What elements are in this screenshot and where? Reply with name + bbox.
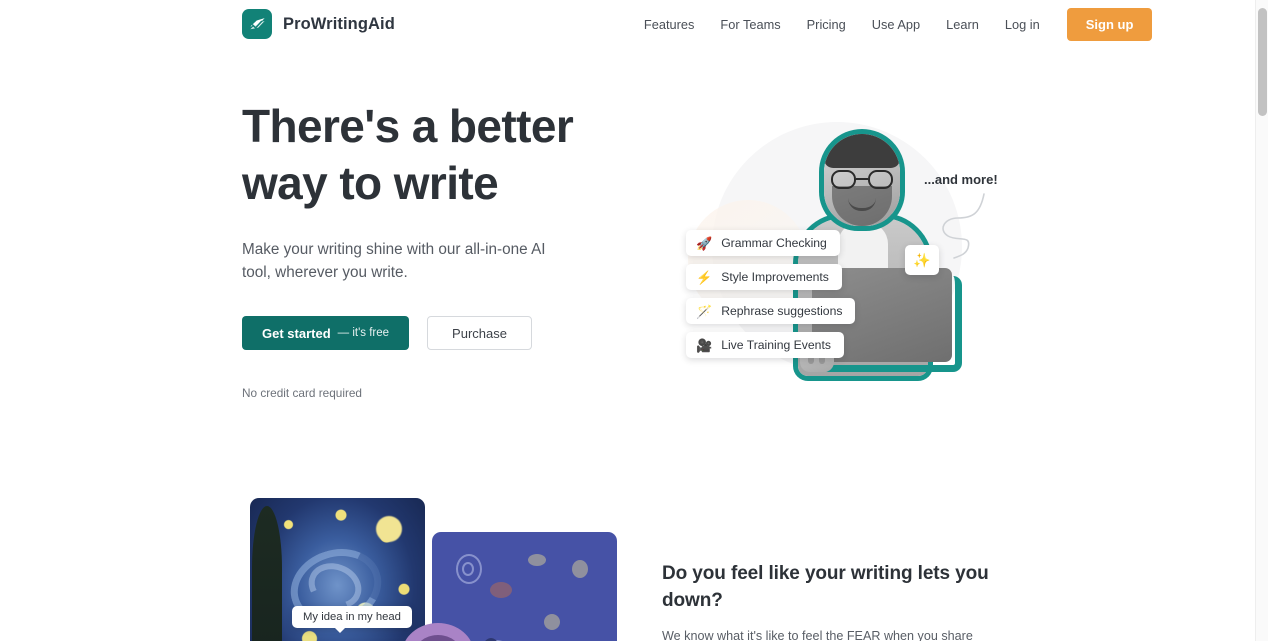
no-credit-card-note: No credit card required	[242, 386, 362, 400]
nav-link-use-app[interactable]: Use App	[859, 11, 933, 38]
comparison-illustration: My idea in my head	[250, 498, 630, 641]
doodle-star	[528, 554, 546, 566]
main-navigation: Features For Teams Pricing Use App Learn…	[631, 7, 1153, 41]
lower-section-title: Do you feel like your writing lets you d…	[662, 563, 989, 611]
site-header: ProWritingAid Features For Teams Pricing…	[0, 0, 1255, 48]
glasses-icon	[831, 170, 893, 189]
feature-chip-live-training-events[interactable]: 🎥 Live Training Events	[686, 332, 844, 358]
nav-link-features[interactable]: Features	[631, 11, 708, 38]
hero-illustration: ...and more! ✨ 🚀 Grammar Checking ⚡ Styl…	[660, 100, 1010, 400]
glasses-lens-right	[868, 170, 893, 189]
flat-painting-image	[432, 532, 617, 641]
hero-copy: There's a better way to write Make your …	[242, 98, 642, 400]
person-hair	[824, 134, 900, 168]
nav-link-pricing[interactable]: Pricing	[794, 11, 859, 38]
page-root: ProWritingAid Features For Teams Pricing…	[0, 0, 1268, 641]
doodle-swirl	[462, 562, 474, 576]
feature-chip-label: Live Training Events	[721, 338, 831, 352]
hero-subtitle: Make your writing shine with our all-in-…	[242, 241, 546, 281]
rocket-icon: 🚀	[696, 235, 713, 251]
doodle-star	[544, 614, 560, 630]
glasses-lens-left	[831, 170, 856, 189]
glasses-bridge	[856, 178, 868, 181]
feature-chip-grammar-checking[interactable]: 🚀 Grammar Checking	[686, 230, 840, 256]
video-camera-icon: 🎥	[696, 337, 713, 353]
painting-cypress	[252, 506, 282, 641]
person-head	[824, 134, 900, 226]
sparkle-icon: ✨	[913, 251, 931, 268]
feature-chip-rephrase-suggestions[interactable]: 🪄 Rephrase suggestions	[686, 298, 856, 324]
scrollbar-thumb[interactable]	[1258, 8, 1267, 116]
nav-link-log-in[interactable]: Log in	[992, 11, 1053, 38]
feature-chip-label: Rephrase suggestions	[721, 304, 843, 318]
feature-chip-list: 🚀 Grammar Checking ⚡ Style Improvements …	[686, 230, 856, 358]
hero-title-line-1: There's a better	[242, 100, 574, 152]
brand-logo[interactable]: ProWritingAid	[242, 9, 395, 39]
hero-cta-group: Get started — it's free Purchase	[242, 316, 642, 350]
doodle-star	[572, 560, 588, 578]
page-scrollbar[interactable]	[1255, 0, 1268, 641]
idea-caption: My idea in my head	[292, 606, 412, 633]
nav-link-for-teams[interactable]: For Teams	[707, 11, 793, 38]
doodle-blob	[490, 582, 512, 598]
purchase-button[interactable]: Purchase	[427, 316, 532, 350]
sparkle-badge-card: ✨	[905, 245, 939, 275]
get-started-label: Get started	[262, 325, 331, 341]
page-title: There's a better way to write	[242, 98, 642, 212]
and-more-callout: ...and more!	[924, 172, 998, 187]
get-started-free-label: — it's free	[337, 327, 390, 339]
lower-section-body: We know what it's like to feel the FEAR …	[662, 629, 973, 641]
get-started-button[interactable]: Get started — it's free	[242, 316, 410, 350]
hero-title-line-2: way to write	[242, 157, 499, 209]
lightning-icon: ⚡	[696, 269, 713, 285]
painting-moon	[376, 516, 402, 542]
sign-up-button[interactable]: Sign up	[1066, 7, 1153, 41]
feature-chip-label: Grammar Checking	[721, 236, 827, 250]
brand-name: ProWritingAid	[283, 14, 395, 33]
prowritingaid-logo-icon	[242, 9, 272, 39]
lower-section-copy: Do you feel like your writing lets you d…	[662, 560, 1022, 641]
purple-blob-inner-shape	[414, 635, 462, 641]
magic-wand-icon: 🪄	[696, 303, 713, 319]
nav-link-learn[interactable]: Learn	[933, 11, 992, 38]
feature-chip-label: Style Improvements	[721, 270, 829, 284]
feature-chip-style-improvements[interactable]: ⚡ Style Improvements	[686, 264, 842, 290]
